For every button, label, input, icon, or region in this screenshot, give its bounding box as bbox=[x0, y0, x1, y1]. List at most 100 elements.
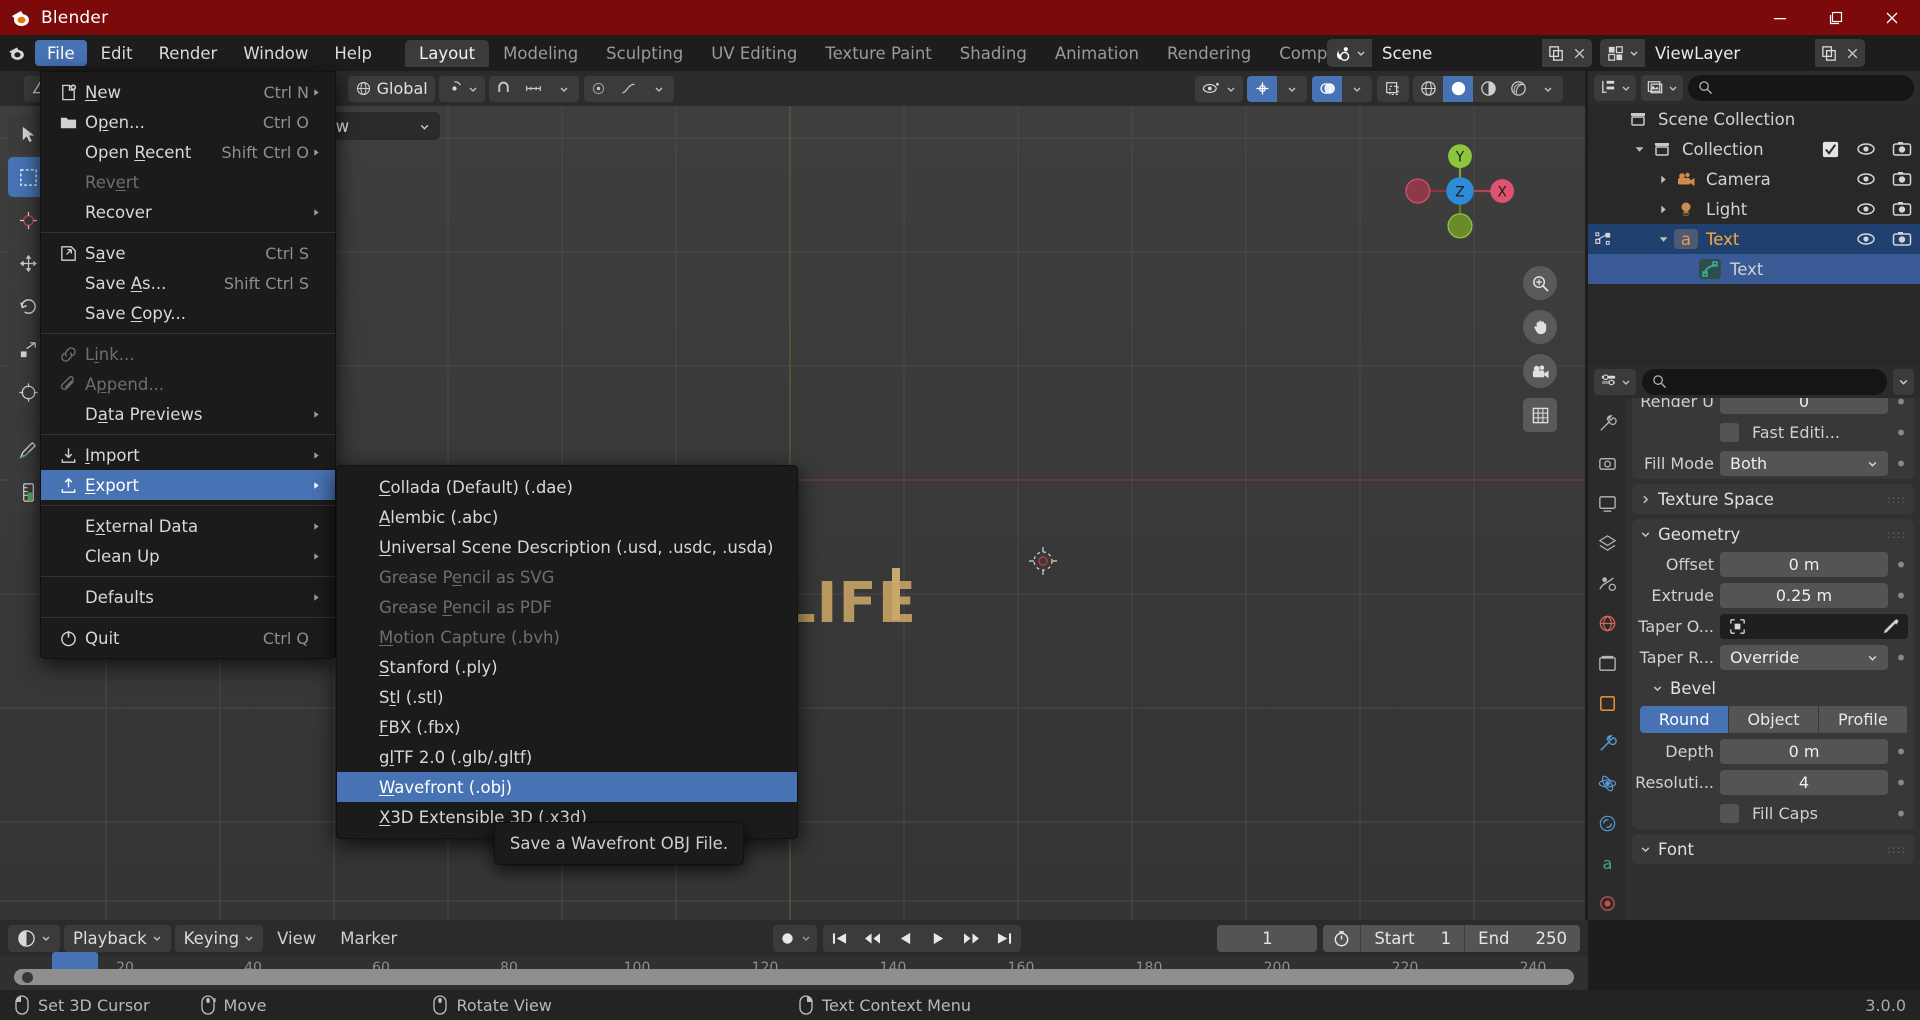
file-menu-item-external-data[interactable]: External Data bbox=[41, 511, 335, 541]
object-select-icon[interactable] bbox=[1594, 230, 1613, 249]
geometry-panel[interactable]: Geometry :::: Offset 0 m • Extrude 0.25 … bbox=[1632, 519, 1914, 829]
view-layer-icon[interactable] bbox=[1600, 39, 1645, 67]
constraint-tab[interactable] bbox=[1594, 810, 1620, 836]
pivot-point-dropdown[interactable] bbox=[438, 75, 485, 102]
disable-in-renders-icon[interactable] bbox=[1892, 169, 1912, 189]
animate-dot[interactable]: • bbox=[1894, 648, 1908, 668]
disable-in-renders-icon[interactable] bbox=[1892, 139, 1912, 159]
chevron-right-icon[interactable] bbox=[1654, 204, 1672, 215]
taper-radius-dropdown[interactable]: Override bbox=[1720, 645, 1888, 670]
exclude-checkbox[interactable] bbox=[1821, 140, 1840, 159]
blender-menu-icon[interactable] bbox=[0, 43, 34, 63]
timeline-editor[interactable]: Playback Keying View Marker 1 Start 1 En… bbox=[0, 920, 1588, 990]
export-item-universal-scene-description-usd-usdc-usda[interactable]: Universal Scene Description (.usd, .usdc… bbox=[337, 532, 797, 562]
scene-data-icon[interactable] bbox=[1327, 39, 1372, 67]
scene-name[interactable]: Scene bbox=[1372, 39, 1542, 67]
outliner-row-camera-2[interactable]: Camera bbox=[1588, 164, 1920, 194]
timeline-view-menu[interactable]: View bbox=[267, 925, 326, 952]
properties-search-input[interactable] bbox=[1642, 368, 1887, 395]
extrude-field[interactable]: 0.25 m bbox=[1720, 583, 1888, 608]
file-menu-item-append[interactable]: Append... bbox=[41, 369, 335, 399]
shading-dropdown-icon[interactable] bbox=[1533, 76, 1563, 102]
file-menu-item-open-recent[interactable]: Open Recent Shift Ctrl O bbox=[41, 137, 335, 167]
menu-render[interactable]: Render bbox=[147, 40, 230, 66]
animate-dot[interactable]: • bbox=[1894, 555, 1908, 575]
viewlayer-selector[interactable]: ViewLayer bbox=[1600, 39, 1865, 67]
file-menu-item-recover[interactable]: Recover bbox=[41, 197, 335, 227]
minimize-icon[interactable] bbox=[1752, 0, 1808, 35]
file-menu-item-quit[interactable]: Quit Ctrl Q bbox=[41, 623, 335, 653]
workspace-tab-modeling[interactable]: Modeling bbox=[489, 40, 592, 67]
material-tab[interactable] bbox=[1594, 890, 1620, 916]
workspace-tab-uv-editing[interactable]: UV Editing bbox=[697, 40, 811, 67]
timeline-ruler[interactable]: 20 40 60 80 100 120 140 160 180 200 220 240 bbox=[0, 952, 1588, 990]
hide-in-viewport-icon[interactable] bbox=[1856, 169, 1876, 189]
properties-options-dropdown[interactable] bbox=[1893, 368, 1914, 395]
jump-to-start-icon[interactable] bbox=[823, 925, 856, 952]
file-menu-item-data-previews[interactable]: Data Previews bbox=[41, 399, 335, 429]
overlays-icon[interactable] bbox=[1312, 75, 1342, 102]
jump-to-next-keyframe-icon[interactable] bbox=[955, 925, 988, 952]
font-panel[interactable]: Font :::: bbox=[1632, 834, 1914, 864]
bevel-subpanel-header[interactable]: Bevel bbox=[1632, 673, 1914, 703]
playback-menu[interactable]: Playback bbox=[64, 924, 171, 952]
tool-tab[interactable] bbox=[1594, 410, 1620, 436]
data-tab[interactable]: a bbox=[1594, 850, 1620, 876]
file-menu-item-save-as[interactable]: Save As... Shift Ctrl S bbox=[41, 268, 335, 298]
export-item-grease-pencil-as-svg[interactable]: Grease Pencil as SVG bbox=[337, 562, 797, 592]
eyedropper-icon[interactable] bbox=[1881, 617, 1900, 636]
navigation-gizmo[interactable]: Y Z X bbox=[1405, 136, 1515, 246]
frame-end-field[interactable]: End 250 bbox=[1465, 925, 1580, 952]
gizmo-dropdown-icon[interactable] bbox=[1277, 76, 1307, 102]
disable-in-renders-icon[interactable] bbox=[1892, 229, 1912, 249]
file-menu-item-revert[interactable]: Revert bbox=[41, 167, 335, 197]
falloff-curve-icon[interactable] bbox=[614, 76, 644, 102]
xray-icon[interactable] bbox=[1377, 75, 1409, 102]
bevel-mode-round[interactable]: Round bbox=[1640, 706, 1730, 733]
bevel-resolution-row[interactable]: Resoluti... 4 • bbox=[1632, 767, 1914, 798]
magnet-icon[interactable] bbox=[489, 76, 519, 102]
export-item-fbx-fbx[interactable]: FBX (.fbx) bbox=[337, 712, 797, 742]
bevel-mode-buttons[interactable]: Round Object Profile bbox=[1640, 706, 1908, 733]
zoom-icon[interactable] bbox=[1523, 266, 1557, 300]
fill-mode-row[interactable]: Fill Mode Both • bbox=[1632, 448, 1914, 479]
file-menu-item-open[interactable]: Open... Ctrl O bbox=[41, 107, 335, 137]
bevel-resolution-field[interactable]: 4 bbox=[1720, 770, 1888, 795]
animate-dot[interactable]: • bbox=[1894, 804, 1908, 824]
shading-solid-icon[interactable] bbox=[1443, 75, 1473, 102]
outliner-row-text-4[interactable]: a Text bbox=[1588, 224, 1920, 254]
jump-to-prev-keyframe-icon[interactable] bbox=[856, 925, 889, 952]
file-menu-item-defaults[interactable]: Defaults bbox=[41, 582, 335, 612]
fill-caps-row[interactable]: Fill Caps • bbox=[1632, 798, 1914, 829]
fill-mode-dropdown[interactable]: Both bbox=[1720, 451, 1888, 476]
viewlayer-id-buttons[interactable] bbox=[1815, 39, 1865, 67]
animate-dot[interactable]: • bbox=[1894, 773, 1908, 793]
workspace-tab-texture-paint[interactable]: Texture Paint bbox=[811, 40, 945, 67]
scene-id-buttons[interactable] bbox=[1542, 39, 1592, 67]
texture-space-panel[interactable]: Texture Space :::: bbox=[1632, 484, 1914, 514]
hide-in-viewport-icon[interactable] bbox=[1856, 139, 1876, 159]
proportional-edit-group[interactable] bbox=[583, 75, 674, 102]
overlays-dropdown-icon[interactable] bbox=[1342, 76, 1372, 102]
scene-tab[interactable] bbox=[1594, 570, 1620, 596]
close-icon[interactable] bbox=[1864, 0, 1920, 35]
menu-edit[interactable]: Edit bbox=[89, 40, 145, 66]
hide-in-viewport-icon[interactable] bbox=[1856, 229, 1876, 249]
transport-controls[interactable] bbox=[823, 924, 1022, 952]
outliner-row-light-3[interactable]: Light bbox=[1588, 194, 1920, 224]
panel-grip-icon[interactable]: :::: bbox=[1887, 844, 1906, 855]
animate-dot[interactable]: • bbox=[1894, 454, 1908, 474]
chevron-down-icon[interactable] bbox=[1630, 144, 1648, 155]
export-submenu[interactable]: Collada (Default) (.dae) Alembic (.abc) Un… bbox=[336, 465, 798, 839]
toggle-ortho-icon[interactable] bbox=[1523, 398, 1557, 432]
proportional-edit-icon[interactable] bbox=[584, 76, 614, 102]
outliner-display-mode-icon[interactable] bbox=[1594, 74, 1636, 101]
fast-editing-row[interactable]: Fast Editi... • bbox=[1632, 417, 1914, 448]
chevron-down-icon[interactable] bbox=[1654, 234, 1672, 245]
object-tab[interactable] bbox=[1594, 690, 1620, 716]
menu-help[interactable]: Help bbox=[322, 40, 384, 66]
scene-selector[interactable]: Scene bbox=[1327, 39, 1592, 67]
workspace-tab-rendering[interactable]: Rendering bbox=[1153, 40, 1265, 67]
file-menu-item-clean-up[interactable]: Clean Up bbox=[41, 541, 335, 571]
hide-in-viewport-icon[interactable] bbox=[1856, 199, 1876, 219]
